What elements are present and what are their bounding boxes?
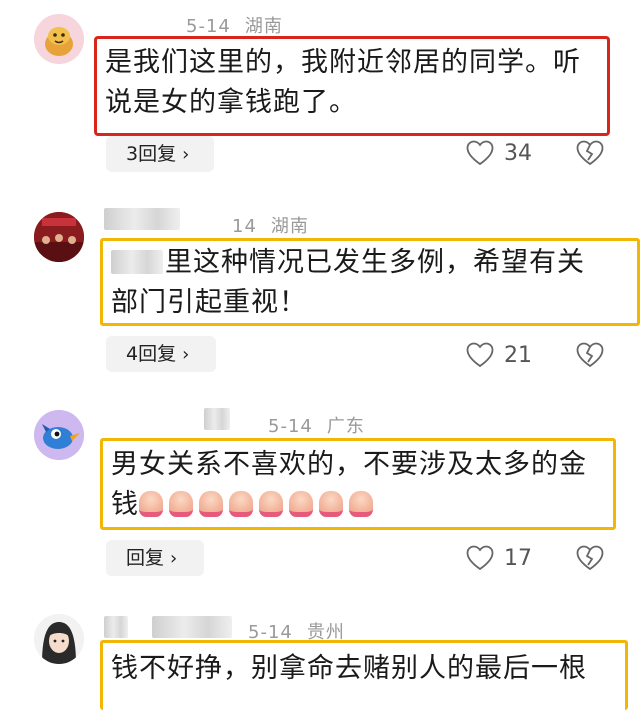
comment-text: 钱 (111, 489, 139, 520)
heart-icon (466, 545, 494, 571)
blurred-username (204, 408, 230, 430)
comment-4: 5-14 贵州 钱不好挣，别拿命去赌别人的最后一根 (0, 606, 640, 710)
like-count: 17 (504, 545, 532, 571)
heart-icon (466, 140, 494, 166)
broken-heart-icon (576, 545, 604, 571)
blurred-username (104, 208, 180, 230)
blurred-username (104, 616, 128, 638)
blurred-username (152, 616, 232, 638)
comment-region: 湖南 (270, 216, 309, 237)
praying-hands-icon (349, 491, 373, 517)
comment-text-highlight: 钱不好挣，别拿命去赌别人的最后一根 (100, 640, 628, 710)
like-button[interactable]: 34 (466, 140, 532, 166)
praying-hands-icon (139, 491, 163, 517)
praying-hands-icon (229, 491, 253, 517)
chevron-right-icon: › (182, 344, 190, 365)
comment-text: 里这种情况已发生多例，希望有关 (165, 247, 585, 278)
bird-avatar-icon (34, 410, 84, 460)
praying-hands-icon (199, 491, 223, 517)
comment-meta: 5-14 广东 (268, 412, 365, 438)
comment-1: 5-14 湖南 是我们这里的，我附近邻居的同学。听 说是女的拿钱跑了。 3回复 › … (0, 0, 640, 190)
comment-text-highlight: 男女关系不喜欢的，不要涉及太多的金 钱 (100, 438, 616, 530)
comment-text-highlight: 里这种情况已发生多例，希望有关 部门引起重视！ (100, 238, 640, 326)
comment-text-line: 部门引起重视！ (111, 287, 307, 318)
like-button[interactable]: 17 (466, 545, 532, 571)
reply-button[interactable]: 3回复 › (106, 136, 214, 172)
comment-2: 14 湖南 里这种情况已发生多例，希望有关 部门引起重视！ 4回复 › 21 (0, 200, 640, 390)
comment-text-line: 说是女的拿钱跑了。 (105, 87, 357, 118)
praying-hands-emoji-row (139, 489, 379, 529)
comment-region: 广东 (326, 416, 365, 437)
dislike-button[interactable] (576, 545, 604, 575)
comment-region: 湖南 (244, 16, 283, 37)
like-button[interactable]: 21 (466, 342, 532, 368)
avatar[interactable] (34, 410, 84, 460)
dislike-button[interactable] (576, 140, 604, 170)
comment-text-line: 男女关系不喜欢的，不要涉及太多的金 (111, 449, 587, 480)
reply-button[interactable]: 4回复 › (106, 336, 216, 372)
praying-hands-icon (319, 491, 343, 517)
avatar[interactable] (34, 614, 84, 664)
cartoon-avatar-icon (34, 14, 84, 64)
photo-avatar-icon (34, 212, 84, 262)
avatar[interactable] (34, 212, 84, 262)
praying-hands-icon (169, 491, 193, 517)
heart-icon (466, 342, 494, 368)
chevron-right-icon: › (182, 144, 190, 165)
blurred-text (111, 250, 163, 274)
comment-meta: 5-14 湖南 (186, 12, 283, 38)
reply-label: 3回复 (126, 143, 177, 165)
like-count: 34 (504, 140, 532, 166)
broken-heart-icon (576, 342, 604, 368)
dislike-button[interactable] (576, 342, 604, 372)
avatar[interactable] (34, 14, 84, 64)
comment-text-highlight: 是我们这里的，我附近邻居的同学。听 说是女的拿钱跑了。 (94, 36, 610, 136)
comment-text-line: 里这种情况已发生多例，希望有关 (111, 243, 629, 283)
comment-text-line: 钱不好挣，别拿命去赌别人的最后一根 (111, 653, 587, 684)
comment-meta: 14 湖南 (232, 212, 309, 238)
reply-button[interactable]: 回复 › (106, 540, 204, 576)
comment-text-line: 是我们这里的，我附近邻居的同学。听 (105, 47, 581, 78)
praying-hands-icon (259, 491, 283, 517)
reply-label: 4回复 (126, 343, 177, 365)
comment-3: 5-14 广东 男女关系不喜欢的，不要涉及太多的金 钱 回复 › 17 (0, 400, 640, 590)
girl-avatar-icon (34, 614, 84, 664)
praying-hands-icon (289, 491, 313, 517)
comment-text-line: 钱 (111, 485, 605, 529)
reply-label: 回复 (126, 547, 165, 569)
comment-date: 5-14 (186, 16, 231, 37)
broken-heart-icon (576, 140, 604, 166)
comment-date: 14 (232, 216, 257, 237)
chevron-right-icon: › (170, 548, 178, 569)
like-count: 21 (504, 342, 532, 368)
comment-date: 5-14 (268, 416, 313, 437)
